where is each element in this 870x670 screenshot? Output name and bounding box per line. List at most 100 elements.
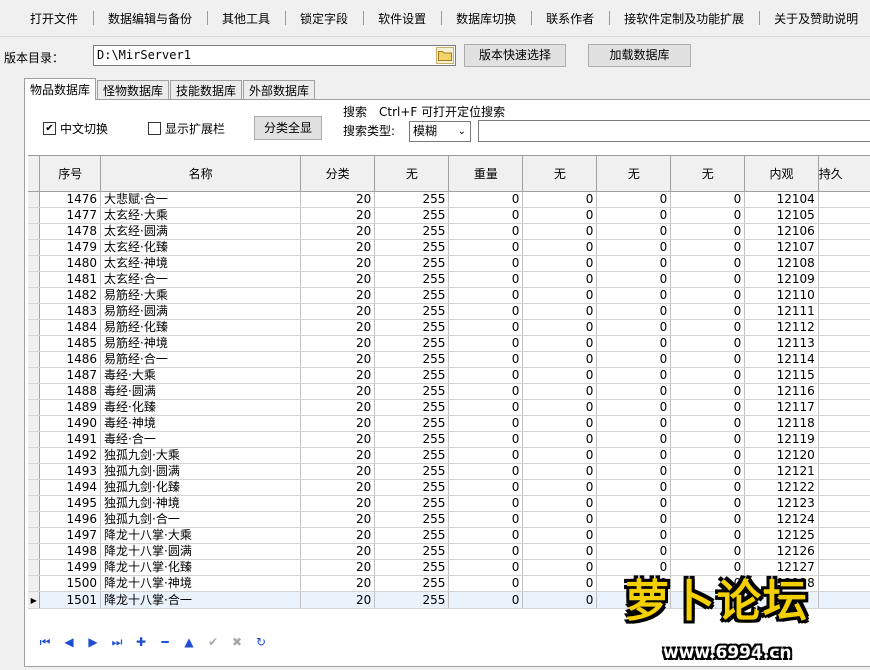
table-cell[interactable] <box>818 367 870 384</box>
table-cell[interactable]: 0 <box>522 303 598 320</box>
row-indicator[interactable]: ▶ <box>28 591 41 609</box>
table-cell[interactable] <box>818 207 870 224</box>
table-row[interactable]: 1490 毒经·神境 20 255 0 0 0 0 12118 <box>28 415 870 432</box>
table-cell[interactable]: 20 <box>300 479 376 496</box>
table-cell[interactable]: 12122 <box>744 479 819 496</box>
table-cell[interactable] <box>818 239 870 256</box>
table-cell[interactable]: 0 <box>670 319 746 336</box>
row-indicator[interactable] <box>28 479 41 496</box>
table-cell[interactable]: 降龙十八掌·大乘 <box>100 527 302 544</box>
table-cell[interactable]: 20 <box>300 399 376 416</box>
table-cell[interactable]: 0 <box>670 207 746 224</box>
table-cell[interactable]: 1499 <box>39 559 101 576</box>
table-cell[interactable] <box>818 415 870 432</box>
row-indicator[interactable] <box>28 255 41 272</box>
table-cell[interactable]: 255 <box>374 191 450 208</box>
table-cell[interactable]: 0 <box>522 527 598 544</box>
table-cell[interactable]: 0 <box>596 255 672 272</box>
table-cell[interactable]: 255 <box>374 431 450 448</box>
table-cell[interactable]: 1497 <box>39 527 101 544</box>
row-indicator[interactable] <box>28 543 41 560</box>
table-cell[interactable]: 1484 <box>39 319 101 336</box>
table-row[interactable]: 1487 毒经·大乘 20 255 0 0 0 0 12115 <box>28 367 870 384</box>
table-cell[interactable]: 0 <box>448 511 524 528</box>
table-row[interactable]: 1483 易筋经·圆满 20 255 0 0 0 0 12111 <box>28 303 870 320</box>
table-cell[interactable]: 1489 <box>39 399 101 416</box>
table-cell[interactable]: 0 <box>522 559 598 576</box>
table-cell[interactable]: 12125 <box>744 527 819 544</box>
table-cell[interactable]: 0 <box>670 303 746 320</box>
table-cell[interactable]: 0 <box>670 431 746 448</box>
menu-item[interactable]: 联系作者 <box>531 10 609 27</box>
table-cell[interactable]: 0 <box>670 255 746 272</box>
tab-monster-database[interactable]: 怪物数据库 <box>97 80 170 100</box>
table-cell[interactable]: 0 <box>448 479 524 496</box>
table-cell[interactable]: 0 <box>522 287 598 304</box>
table-cell[interactable]: 独孤九剑·大乘 <box>100 447 302 464</box>
row-indicator[interactable] <box>28 335 41 352</box>
grid-column-header[interactable]: 分类 <box>300 156 376 192</box>
table-cell[interactable]: 12110 <box>744 287 819 304</box>
table-cell[interactable]: 0 <box>596 335 672 352</box>
table-cell[interactable]: 0 <box>448 239 524 256</box>
table-row[interactable]: 1480 太玄经·神境 20 255 0 0 0 0 12108 <box>28 255 870 272</box>
checkbox-box[interactable]: ✔ <box>43 122 56 135</box>
table-cell[interactable]: 0 <box>670 399 746 416</box>
table-cell[interactable]: 0 <box>670 383 746 400</box>
chinese-switch-checkbox[interactable]: ✔ 中文切换 <box>43 120 108 137</box>
delete-record-icon[interactable]: ━ <box>155 632 175 652</box>
table-cell[interactable]: 降龙十八掌·神境 <box>100 575 302 592</box>
table-row[interactable]: 1479 太玄经·化臻 20 255 0 0 0 0 12107 <box>28 239 870 256</box>
first-record-icon[interactable]: ⏮ <box>35 632 55 652</box>
table-cell[interactable]: 0 <box>670 239 746 256</box>
table-cell[interactable]: 0 <box>448 271 524 288</box>
table-cell[interactable]: 12113 <box>744 335 819 352</box>
table-cell[interactable]: 12112 <box>744 319 819 336</box>
table-cell[interactable]: 20 <box>300 303 376 320</box>
table-cell[interactable]: 20 <box>300 239 376 256</box>
table-cell[interactable]: 0 <box>596 447 672 464</box>
grid-column-header[interactable]: 无 <box>670 156 746 192</box>
menu-item[interactable]: 其他工具 <box>207 10 285 27</box>
table-cell[interactable]: 255 <box>374 383 450 400</box>
row-indicator[interactable] <box>28 463 41 480</box>
table-cell[interactable]: 20 <box>300 367 376 384</box>
tab-external-database[interactable]: 外部数据库 <box>243 80 316 100</box>
table-cell[interactable]: 1500 <box>39 575 101 592</box>
table-cell[interactable]: 独孤九剑·合一 <box>100 511 302 528</box>
table-cell[interactable]: 1482 <box>39 287 101 304</box>
table-row[interactable]: 1492 独孤九剑·大乘 20 255 0 0 0 0 12120 <box>28 447 870 464</box>
table-cell[interactable]: 0 <box>448 591 524 609</box>
table-cell[interactable]: 1485 <box>39 335 101 352</box>
table-cell[interactable]: 20 <box>300 383 376 400</box>
table-cell[interactable]: 0 <box>522 447 598 464</box>
menu-item[interactable]: 锁定字段 <box>285 10 363 27</box>
table-cell[interactable] <box>818 463 870 480</box>
show-all-categories-button[interactable]: 分类全显 <box>254 116 322 140</box>
table-cell[interactable]: 1490 <box>39 415 101 432</box>
table-cell[interactable]: 12105 <box>744 207 819 224</box>
next-record-icon[interactable]: ▶ <box>83 632 103 652</box>
row-indicator[interactable] <box>28 527 41 544</box>
table-cell[interactable]: 0 <box>596 271 672 288</box>
table-cell[interactable]: 20 <box>300 495 376 512</box>
row-indicator[interactable] <box>28 575 41 592</box>
table-cell[interactable]: 20 <box>300 415 376 432</box>
table-row[interactable]: 1477 太玄经·大乘 20 255 0 0 0 0 12105 <box>28 207 870 224</box>
table-cell[interactable]: 1480 <box>39 255 101 272</box>
table-cell[interactable]: 1481 <box>39 271 101 288</box>
table-cell[interactable]: 12114 <box>744 351 819 368</box>
table-cell[interactable]: 太玄经·圆满 <box>100 223 302 240</box>
row-indicator[interactable] <box>28 399 41 416</box>
table-cell[interactable]: 12121 <box>744 463 819 480</box>
menu-item[interactable]: 数据库切换 <box>441 10 531 27</box>
table-cell[interactable]: 毒经·化臻 <box>100 399 302 416</box>
table-cell[interactable]: 0 <box>596 511 672 528</box>
table-cell[interactable] <box>818 335 870 352</box>
table-cell[interactable]: 255 <box>374 303 450 320</box>
table-cell[interactable]: 0 <box>448 335 524 352</box>
table-cell[interactable]: 255 <box>374 335 450 352</box>
menu-item[interactable]: 关于及赞助说明 <box>759 10 870 27</box>
table-cell[interactable]: 1488 <box>39 383 101 400</box>
table-cell[interactable]: 0 <box>596 495 672 512</box>
